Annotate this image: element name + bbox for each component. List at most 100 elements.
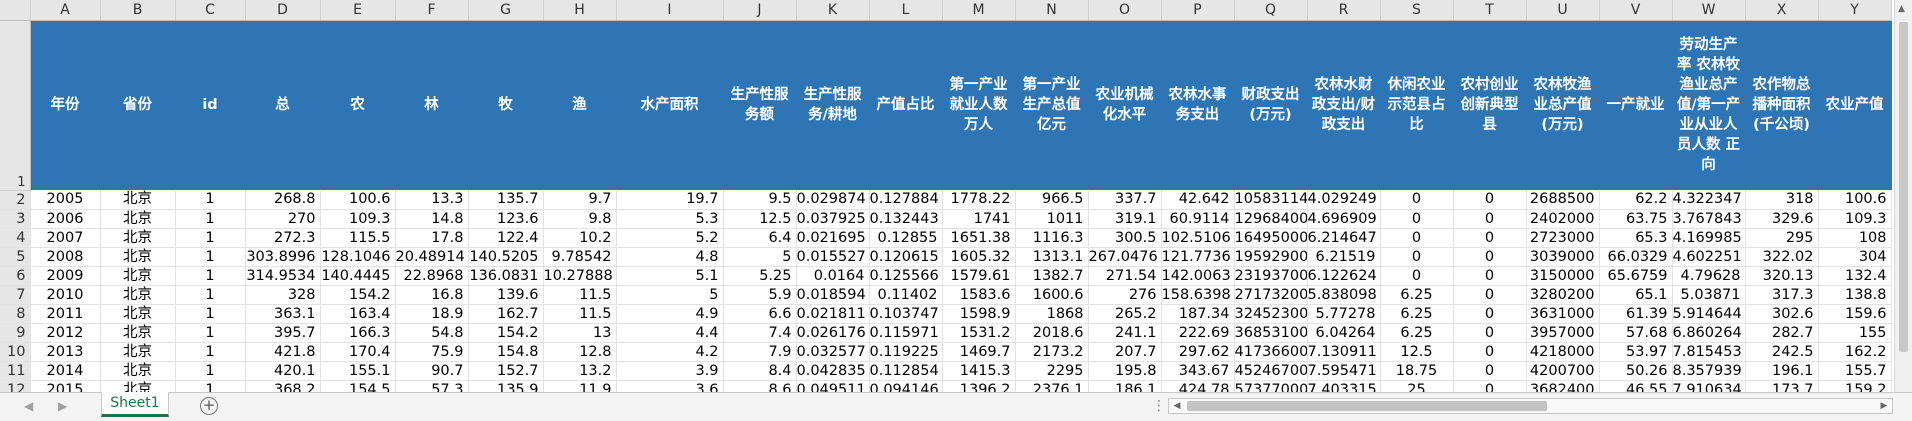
row-number[interactable]: 6 <box>0 266 31 286</box>
spreadsheet-table[interactable]: ABCDEFGHIJKLMNOPQRSTUVWXY 1 年份 省份 id 总农林牧渔水… <box>0 0 1892 392</box>
cell[interactable]: 54.8 <box>395 323 469 343</box>
column-header-i[interactable]: I <box>616 0 724 21</box>
column-header-p[interactable]: P <box>1161 0 1235 21</box>
cell[interactable]: 1 <box>175 304 246 324</box>
cell[interactable]: 12.8 <box>543 342 617 362</box>
cell[interactable]: 2013 <box>30 342 101 362</box>
cell[interactable]: 10.27888 <box>543 266 617 286</box>
cell[interactable]: 1579.61 <box>942 266 1016 286</box>
cell[interactable]: 5.9 <box>723 285 797 305</box>
cell[interactable]: 2376.1 <box>1015 380 1089 392</box>
cell[interactable]: 1011 <box>1015 209 1089 229</box>
cell[interactable]: 0 <box>1453 323 1527 343</box>
cell[interactable]: 6.04264 <box>1307 323 1381 343</box>
header-cell[interactable]: 一产就业 <box>1599 20 1673 190</box>
cell[interactable]: 1 <box>175 285 246 305</box>
prev-sheet-icon[interactable]: ◀ <box>24 399 33 413</box>
cell[interactable]: 12968400 <box>1234 209 1308 229</box>
scrollbar-split-handle-icon[interactable]: ⋮ <box>1152 398 1166 414</box>
cell[interactable]: 6.214647 <box>1307 228 1381 248</box>
add-sheet-icon[interactable]: + <box>200 397 218 415</box>
cell[interactable]: 0.021811 <box>796 304 870 324</box>
cell[interactable]: 0 <box>1380 209 1454 229</box>
cell[interactable]: 7.130911 <box>1307 342 1381 362</box>
cell[interactable]: 18.75 <box>1380 361 1454 381</box>
cell[interactable]: 32452300 <box>1234 304 1308 324</box>
cell[interactable]: 265.2 <box>1088 304 1162 324</box>
header-cell[interactable]: 第一产业生产总值亿元 <box>1015 20 1089 190</box>
cell[interactable]: 1 <box>175 361 246 381</box>
scroll-right-icon[interactable]: ▶ <box>1876 399 1892 413</box>
cell[interactable]: 295 <box>1745 228 1819 248</box>
cell[interactable]: 109.3 <box>1818 209 1892 229</box>
cell[interactable]: 62.2 <box>1599 190 1673 210</box>
cell[interactable]: 北京 <box>100 285 176 305</box>
cell[interactable]: 5.2 <box>616 228 724 248</box>
cell[interactable]: 966.5 <box>1015 190 1089 210</box>
cell[interactable]: 155 <box>1818 323 1892 343</box>
cell[interactable]: 0 <box>1453 247 1527 267</box>
cell[interactable]: 4.9 <box>616 304 724 324</box>
cell[interactable]: 0.115971 <box>869 323 943 343</box>
cell[interactable]: 25 <box>1380 380 1454 392</box>
column-header-w[interactable]: W <box>1672 0 1746 21</box>
cell[interactable]: 75.9 <box>395 342 469 362</box>
cell[interactable]: 123.6 <box>468 209 544 229</box>
cell[interactable]: 159.6 <box>1818 304 1892 324</box>
cell[interactable]: 北京 <box>100 380 176 392</box>
cell[interactable]: 3150000 <box>1526 266 1600 286</box>
cell[interactable]: 0 <box>1453 209 1527 229</box>
cell[interactable]: 0.119225 <box>869 342 943 362</box>
cell[interactable]: 12.5 <box>723 209 797 229</box>
cell[interactable]: 65.3 <box>1599 228 1673 248</box>
cell[interactable]: 13.3 <box>395 190 469 210</box>
cell[interactable]: 268.8 <box>245 190 321 210</box>
cell[interactable]: 2012 <box>30 323 101 343</box>
cell[interactable]: 0.127884 <box>869 190 943 210</box>
cell[interactable]: 322.02 <box>1745 247 1819 267</box>
cell[interactable]: 0.11402 <box>869 285 943 305</box>
cell[interactable]: 53.97 <box>1599 342 1673 362</box>
header-cell[interactable]: 农林牧渔业总产值(万元) <box>1526 20 1600 190</box>
cell[interactable]: 2402000 <box>1526 209 1600 229</box>
cell[interactable]: 2723000 <box>1526 228 1600 248</box>
select-all-corner[interactable] <box>0 0 31 21</box>
vertical-scroll-thumb[interactable] <box>1899 22 1908 352</box>
cell[interactable]: 122.4 <box>468 228 544 248</box>
cell[interactable]: 1600.6 <box>1015 285 1089 305</box>
cell[interactable]: 395.7 <box>245 323 321 343</box>
cell[interactable]: 271.54 <box>1088 266 1162 286</box>
cell[interactable]: 7.815453 <box>1672 342 1746 362</box>
cell[interactable]: 421.8 <box>245 342 321 362</box>
column-header-r[interactable]: R <box>1307 0 1381 21</box>
cell[interactable]: 7.9 <box>723 342 797 362</box>
row-number[interactable]: 11 <box>0 361 31 381</box>
header-cell[interactable]: 劳动生产率 农林牧渔业总产值/第一产业从业人员人数 正向 <box>1672 20 1746 190</box>
cell[interactable]: 3.767843 <box>1672 209 1746 229</box>
cell[interactable]: 0 <box>1380 247 1454 267</box>
cell[interactable]: 166.3 <box>320 323 396 343</box>
cell[interactable]: 0 <box>1453 342 1527 362</box>
cell[interactable]: 3957000 <box>1526 323 1600 343</box>
cell[interactable]: 2014 <box>30 361 101 381</box>
cell[interactable]: 57.68 <box>1599 323 1673 343</box>
cell[interactable]: 0.026176 <box>796 323 870 343</box>
cell[interactable]: 北京 <box>100 247 176 267</box>
cell[interactable]: 1605.32 <box>942 247 1016 267</box>
cell[interactable]: 302.6 <box>1745 304 1819 324</box>
cell[interactable]: 0 <box>1380 266 1454 286</box>
cell[interactable]: 4.79628 <box>1672 266 1746 286</box>
cell[interactable]: 1598.9 <box>942 304 1016 324</box>
cell[interactable]: 5.77278 <box>1307 304 1381 324</box>
cell[interactable]: 4.696909 <box>1307 209 1381 229</box>
cell[interactable]: 1 <box>175 228 246 248</box>
header-cell[interactable]: 水产面积 <box>616 20 724 190</box>
cell[interactable]: 100.6 <box>1818 190 1892 210</box>
header-cell[interactable]: 农林水事务支出 <box>1161 20 1235 190</box>
cell[interactable]: 1651.38 <box>942 228 1016 248</box>
cell[interactable]: 6.25 <box>1380 304 1454 324</box>
cell[interactable]: 4.4 <box>616 323 724 343</box>
vertical-scrollbar[interactable]: ▲ <box>1894 0 1912 392</box>
cell[interactable]: 1116.3 <box>1015 228 1089 248</box>
cell[interactable]: 138.8 <box>1818 285 1892 305</box>
